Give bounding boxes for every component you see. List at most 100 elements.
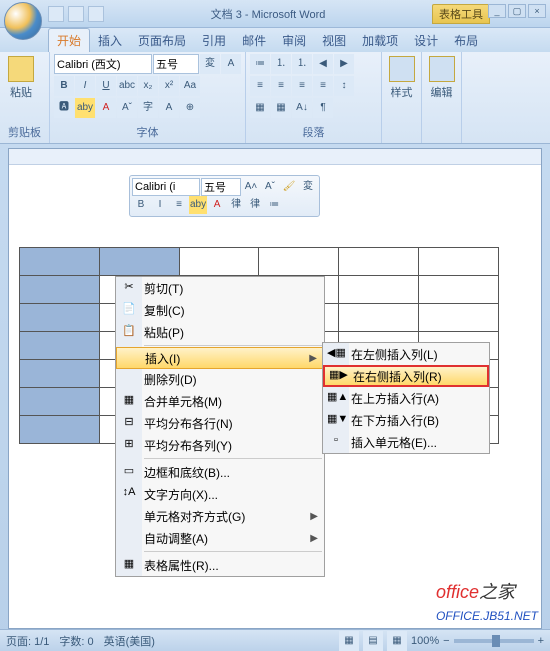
char-scale-button[interactable]: Aˇ [117, 98, 137, 118]
phonetic-button[interactable]: A [159, 98, 179, 118]
styles-icon [389, 56, 415, 82]
align-center-button[interactable]: ≡ [271, 76, 291, 96]
shading-button[interactable]: ▦ [250, 98, 270, 118]
ribbon: 粘贴 剪贴板 変 A B I U abc x₂ x² Aa 🅰 aby [0, 52, 550, 144]
clear-format-icon[interactable]: 変 [200, 54, 220, 74]
font-size-combo[interactable] [153, 54, 199, 74]
grow-font-icon[interactable]: A˄ [242, 178, 260, 196]
zoom-in-button[interactable]: + [538, 635, 544, 647]
indent-dec-button[interactable]: 律 [227, 196, 245, 214]
menu-item[interactable]: 删除列(D) [116, 368, 324, 390]
title-bar: 文档 3 - Microsoft Word 表格工具 _ ▢ × [0, 0, 550, 28]
ruler[interactable] [9, 149, 541, 165]
highlight-button[interactable]: aby [189, 196, 207, 214]
justify-button[interactable]: ≡ [313, 76, 333, 96]
enclose-button[interactable]: ⊕ [180, 98, 200, 118]
restore-button[interactable]: ▢ [508, 4, 526, 18]
view-read-icon[interactable]: ▤ [363, 631, 383, 651]
submenu-item[interactable]: ▦▶在右侧插入列(R) [323, 365, 489, 387]
zoom-slider[interactable] [454, 639, 534, 643]
paste-button[interactable]: 粘贴 [4, 54, 38, 123]
font-color-button[interactable]: A [208, 196, 226, 214]
submenu-item[interactable]: ▫插入单元格(E)... [323, 431, 489, 453]
list-button[interactable]: ≔ [265, 196, 283, 214]
tab-addins[interactable]: 加载项 [354, 29, 406, 52]
office-button[interactable] [4, 2, 42, 40]
tab-layout[interactable]: 页面布局 [130, 29, 194, 52]
find-icon [429, 56, 455, 82]
menu-item[interactable]: ↕A文字方向(X)... [116, 483, 324, 505]
align-right-button[interactable]: ≡ [292, 76, 312, 96]
word-count[interactable]: 字数: 0 [59, 633, 93, 649]
close-button[interactable]: × [528, 4, 546, 18]
page-indicator[interactable]: 页面: 1/1 [6, 633, 49, 649]
menu-item[interactable]: 自动调整(A)▶ [116, 527, 324, 549]
increase-indent-button[interactable]: ▶ [334, 54, 354, 74]
char-border-button[interactable]: 字 [138, 98, 158, 118]
shrink-font-icon[interactable]: Aˇ [261, 178, 279, 196]
view-web-icon[interactable]: ▦ [387, 631, 407, 651]
minimize-button[interactable]: _ [488, 4, 506, 18]
zoom-label[interactable]: 100% [411, 635, 439, 647]
tab-home[interactable]: 开始 [48, 28, 90, 52]
menu-item[interactable]: 单元格对齐方式(G)▶ [116, 505, 324, 527]
indent-inc-button[interactable]: 律 [246, 196, 264, 214]
line-spacing-button[interactable]: ↕ [334, 76, 354, 96]
phonetic-icon[interactable]: 変 [299, 178, 317, 196]
menu-item[interactable]: ✂剪切(T) [116, 277, 324, 299]
mini-font-combo[interactable] [132, 178, 200, 196]
bold-button[interactable]: B [54, 76, 74, 96]
italic-button[interactable]: I [75, 76, 95, 96]
tab-tablelayout[interactable]: 布局 [446, 29, 486, 52]
change-case-button[interactable]: Aa [180, 76, 200, 96]
highlight-button[interactable]: aby [75, 98, 95, 118]
align-left-button[interactable]: ≡ [250, 76, 270, 96]
multilevel-button[interactable]: ⒈ [292, 54, 312, 74]
table-row [20, 248, 499, 276]
redo-icon[interactable] [88, 6, 104, 22]
center-button[interactable]: ≡ [170, 196, 188, 214]
borders-button[interactable]: ▦ [271, 98, 291, 118]
save-icon[interactable] [48, 6, 64, 22]
format-painter-icon[interactable]: 🖌 [280, 178, 298, 196]
menu-item[interactable]: ▦表格属性(R)... [116, 554, 324, 576]
tab-insert[interactable]: 插入 [90, 29, 130, 52]
language-indicator[interactable]: 英语(美国) [104, 633, 155, 649]
tab-view[interactable]: 视图 [314, 29, 354, 52]
menu-item[interactable]: 📋粘贴(P) [116, 321, 324, 343]
menu-item[interactable]: 插入(I)▶ [116, 347, 324, 369]
mini-size-combo[interactable] [201, 178, 241, 196]
decrease-indent-button[interactable]: ◀ [313, 54, 333, 74]
italic-button[interactable]: I [151, 196, 169, 214]
superscript-button[interactable]: x² [159, 76, 179, 96]
show-marks-button[interactable]: ¶ [313, 98, 333, 118]
numbering-button[interactable]: ⒈ [271, 54, 291, 74]
strike-button[interactable]: abc [117, 76, 137, 96]
menu-item[interactable]: 📄复制(C) [116, 299, 324, 321]
menu-item[interactable]: ▦合并单元格(M) [116, 390, 324, 412]
zoom-out-button[interactable]: − [443, 635, 449, 647]
submenu-item[interactable]: ◀▦在左侧插入列(L) [323, 343, 489, 365]
menu-item[interactable]: ⊟平均分布各行(N) [116, 412, 324, 434]
submenu-item[interactable]: ▦▲在上方插入行(A) [323, 387, 489, 409]
edit-button[interactable]: 编辑 [426, 54, 457, 139]
bullets-button[interactable]: ≔ [250, 54, 270, 74]
view-print-icon[interactable]: ▦ [339, 631, 359, 651]
subscript-button[interactable]: x₂ [138, 76, 158, 96]
submenu-item[interactable]: ▦▼在下方插入行(B) [323, 409, 489, 431]
grow-font-icon[interactable]: A [221, 54, 241, 74]
tab-mail[interactable]: 邮件 [234, 29, 274, 52]
font-color-button[interactable]: A [96, 98, 116, 118]
font-name-combo[interactable] [54, 54, 152, 74]
underline-button[interactable]: U [96, 76, 116, 96]
tab-review[interactable]: 审阅 [274, 29, 314, 52]
undo-icon[interactable] [68, 6, 84, 22]
bold-button[interactable]: B [132, 196, 150, 214]
tab-design[interactable]: 设计 [406, 29, 446, 52]
text-effect-button[interactable]: 🅰 [54, 98, 74, 118]
sort-button[interactable]: A↓ [292, 98, 312, 118]
tab-references[interactable]: 引用 [194, 29, 234, 52]
styles-button[interactable]: 样式 [386, 54, 417, 139]
menu-item[interactable]: ▭边框和底纹(B)... [116, 461, 324, 483]
menu-item[interactable]: ⊞平均分布各列(Y) [116, 434, 324, 456]
